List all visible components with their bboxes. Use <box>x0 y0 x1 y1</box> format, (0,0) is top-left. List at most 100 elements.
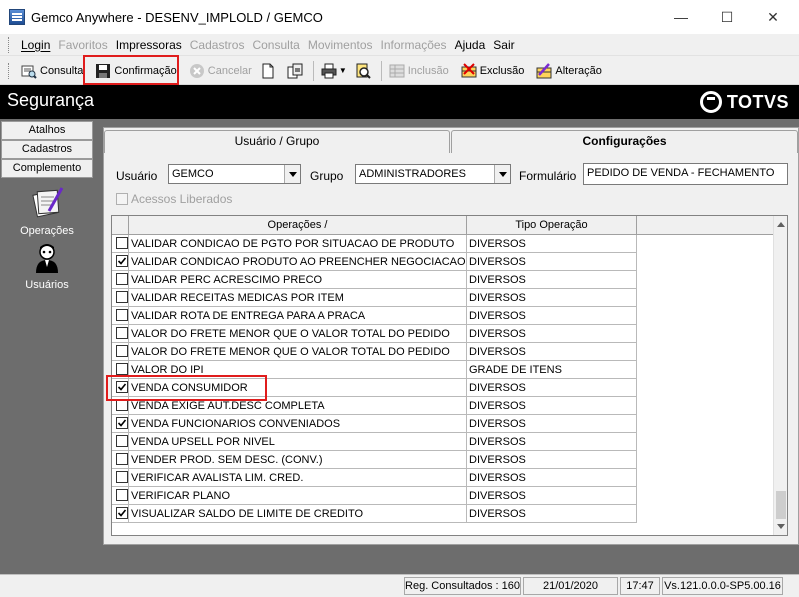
row-checkbox[interactable] <box>116 291 128 303</box>
table-row[interactable]: VENDA UPSELL POR NIVEL DIVERSOS <box>112 433 637 451</box>
preview-icon <box>355 63 371 79</box>
table-row[interactable]: VISUALIZAR SALDO DE LIMITE DE CREDITO DIV… <box>112 505 637 523</box>
table-row[interactable]: VENDER PROD. SEM DESC. (CONV.) DIVERSOS <box>112 451 637 469</box>
checkmark-icon <box>117 257 127 265</box>
close-button[interactable]: ✕ <box>750 0 796 34</box>
row-tipo-operacao: DIVERSOS <box>467 415 637 433</box>
menu-cadastros[interactable]: Cadastros <box>186 38 249 52</box>
consulta-button[interactable]: Consulta <box>17 60 87 82</box>
row-checkbox[interactable] <box>116 345 128 357</box>
table-row[interactable]: VALOR DO FRETE MENOR QUE O VALOR TOTAL D… <box>112 325 637 343</box>
menu-informacoes[interactable]: Informações <box>377 38 451 52</box>
formulario-field[interactable]: PEDIDO DE VENDA - FECHAMENTO <box>583 163 788 185</box>
usuario-select[interactable]: GEMCO <box>168 164 301 184</box>
row-checkbox[interactable] <box>116 255 128 267</box>
toolbar-separator <box>312 60 314 81</box>
row-tipo-operacao: DIVERSOS <box>467 271 637 289</box>
alteracao-button[interactable]: Alteração <box>532 60 605 82</box>
row-tipo-operacao: DIVERSOS <box>467 487 637 505</box>
row-tipo-operacao: DIVERSOS <box>467 451 637 469</box>
copy-document-icon <box>287 63 303 79</box>
menu-consulta[interactable]: Consulta <box>248 38 303 52</box>
nav-usuarios[interactable]: Usuários <box>0 243 94 291</box>
new-document-button[interactable] <box>256 60 283 82</box>
row-operacao: VENDA FUNCIONARIOS CONVENIADOS <box>129 415 467 433</box>
usuario-label: Usuário <box>116 169 158 183</box>
table-row[interactable]: VERIFICAR AVALISTA LIM. CRED. DIVERSOS <box>112 469 637 487</box>
row-checkbox[interactable] <box>116 507 128 519</box>
table-row[interactable]: VALIDAR CONDICAO DE PGTO POR SITUACAO DE… <box>112 235 637 253</box>
scroll-down-icon[interactable] <box>777 524 785 529</box>
copy-document-button[interactable] <box>283 60 310 82</box>
row-checkbox[interactable] <box>116 309 128 321</box>
print-button[interactable]: ▼ <box>317 60 351 82</box>
menu-ajuda[interactable]: Ajuda <box>451 38 490 52</box>
row-check-cell <box>112 487 129 505</box>
row-tipo-operacao: DIVERSOS <box>467 307 637 325</box>
row-tipo-operacao: DIVERSOS <box>467 469 637 487</box>
grid-add-icon <box>389 63 405 79</box>
inclusao-button[interactable]: Inclusão <box>385 60 453 82</box>
header-operacoes[interactable]: Operações / <box>129 216 467 235</box>
table-row[interactable]: VERIFICAR PLANO DIVERSOS <box>112 487 637 505</box>
menu-impressoras[interactable]: Impressoras <box>112 38 186 52</box>
row-checkbox[interactable] <box>116 453 128 465</box>
table-row[interactable]: VALIDAR ROTA DE ENTREGA PARA A PRACA DIVE… <box>112 307 637 325</box>
row-checkbox[interactable] <box>116 417 128 429</box>
header-tipo-operacao[interactable]: Tipo Operação <box>467 216 637 235</box>
acessos-liberados-checkbox[interactable] <box>116 193 128 205</box>
scroll-thumb[interactable] <box>776 491 786 519</box>
printer-icon <box>321 63 337 79</box>
row-checkbox[interactable] <box>116 435 128 447</box>
row-check-cell <box>112 469 129 487</box>
menu-movimentos[interactable]: Movimentos <box>304 38 377 52</box>
new-document-icon <box>260 63 276 79</box>
tab-usuario-grupo[interactable]: Usuário / Grupo <box>104 130 450 153</box>
row-check-cell <box>112 415 129 433</box>
row-checkbox[interactable] <box>116 363 128 375</box>
table-row[interactable]: VENDA FUNCIONARIOS CONVENIADOS DIVERSOS <box>112 415 637 433</box>
formulario-label: Formulário <box>519 169 577 183</box>
nav-complemento[interactable]: Complemento <box>1 159 93 178</box>
row-checkbox[interactable] <box>116 273 128 285</box>
row-check-cell <box>112 451 129 469</box>
menu-sair[interactable]: Sair <box>489 38 518 52</box>
row-checkbox[interactable] <box>116 489 128 501</box>
grupo-label: Grupo <box>310 169 344 183</box>
preview-button[interactable] <box>351 60 378 82</box>
row-tipo-operacao: DIVERSOS <box>467 433 637 451</box>
nav-usuarios-label: Usuários <box>25 279 69 291</box>
tab-configuracoes[interactable]: Configurações <box>451 130 798 153</box>
maximize-button[interactable]: ☐ <box>704 0 750 34</box>
search-binoculars-icon <box>21 63 37 79</box>
table-row[interactable]: VALIDAR PERC ACRESCIMO PRECO DIVERSOS <box>112 271 637 289</box>
row-check-cell <box>112 433 129 451</box>
toolbar-separator <box>380 60 382 81</box>
row-tipo-operacao: DIVERSOS <box>467 325 637 343</box>
table-row[interactable]: VALOR DO FRETE MENOR QUE O VALOR TOTAL D… <box>112 343 637 361</box>
row-tipo-operacao: GRADE DE ITENS <box>467 361 637 379</box>
nav-atalhos[interactable]: Atalhos <box>1 121 93 140</box>
totvs-logo-icon <box>699 91 722 113</box>
nav-cadastros[interactable]: Cadastros <box>1 140 93 159</box>
chevron-down-icon[interactable] <box>494 165 510 183</box>
menu-favoritos[interactable]: Favoritos <box>54 38 111 52</box>
table-row[interactable]: VALIDAR RECEITAS MEDICAS POR ITEM DIVERSO… <box>112 289 637 307</box>
row-tipo-operacao: DIVERSOS <box>467 289 637 307</box>
minimize-button[interactable]: — <box>658 0 704 34</box>
scroll-up-icon[interactable] <box>777 222 785 227</box>
nav-operacoes[interactable]: Operações <box>0 185 94 237</box>
title-bar: Gemco Anywhere - DESENV_IMPLOLD / GEMCO … <box>0 0 799 34</box>
cancelar-button[interactable]: Cancelar <box>185 60 256 82</box>
row-checkbox[interactable] <box>116 237 128 249</box>
table-row[interactable]: VALIDAR CONDICAO PRODUTO AO PREENCHER NE… <box>112 253 637 271</box>
row-checkbox[interactable] <box>116 327 128 339</box>
row-checkbox[interactable] <box>116 471 128 483</box>
vertical-scrollbar[interactable] <box>773 216 787 535</box>
menu-login[interactable]: Login <box>17 38 54 52</box>
grupo-select[interactable]: ADMINISTRADORES <box>355 164 511 184</box>
row-tipo-operacao: DIVERSOS <box>467 235 637 253</box>
chevron-down-icon[interactable] <box>284 165 300 183</box>
exclusao-button[interactable]: Exclusão <box>457 60 529 82</box>
status-hora: 17:47 <box>620 577 660 595</box>
